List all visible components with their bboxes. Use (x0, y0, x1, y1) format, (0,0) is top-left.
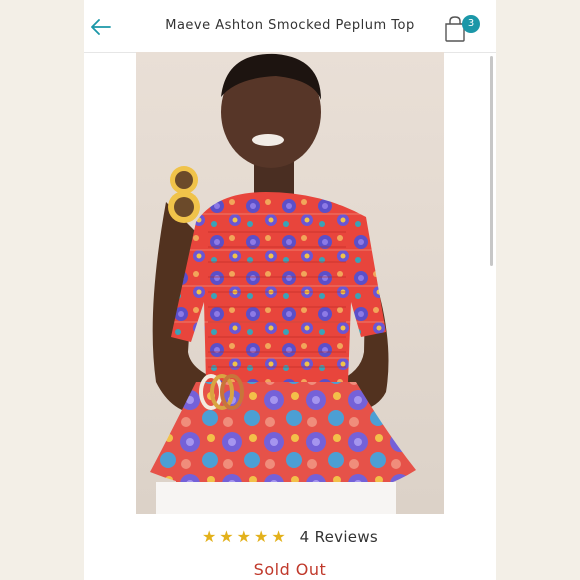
star-icon: ★ (201, 527, 217, 546)
star-icon: ★ (219, 527, 234, 546)
rating-row: ★ ★ ★ ★ ★ 4 Reviews (84, 524, 496, 550)
star-icon: ★ (236, 527, 251, 546)
star-icon: ★ (271, 527, 286, 546)
product-image[interactable] (136, 52, 444, 514)
cart-count-badge: 3 (462, 15, 480, 33)
scrollbar[interactable] (490, 56, 493, 266)
app-screen: Maeve Ashton Smocked Peplum Top 3 ★ ★ ★ … (84, 0, 496, 580)
stock-status: Sold Out (253, 560, 327, 579)
background-left (0, 0, 84, 580)
reviews-link[interactable]: 4 Reviews (300, 528, 378, 546)
star-icon: ★ (253, 527, 269, 546)
page-title: Maeve Ashton Smocked Peplum Top (165, 18, 415, 33)
back-button[interactable] (88, 14, 114, 40)
arrow-left-icon (91, 19, 111, 35)
top-bar: Maeve Ashton Smocked Peplum Top 3 (84, 0, 496, 53)
star-rating: ★ ★ ★ ★ ★ (202, 529, 286, 545)
background-right (496, 0, 580, 580)
